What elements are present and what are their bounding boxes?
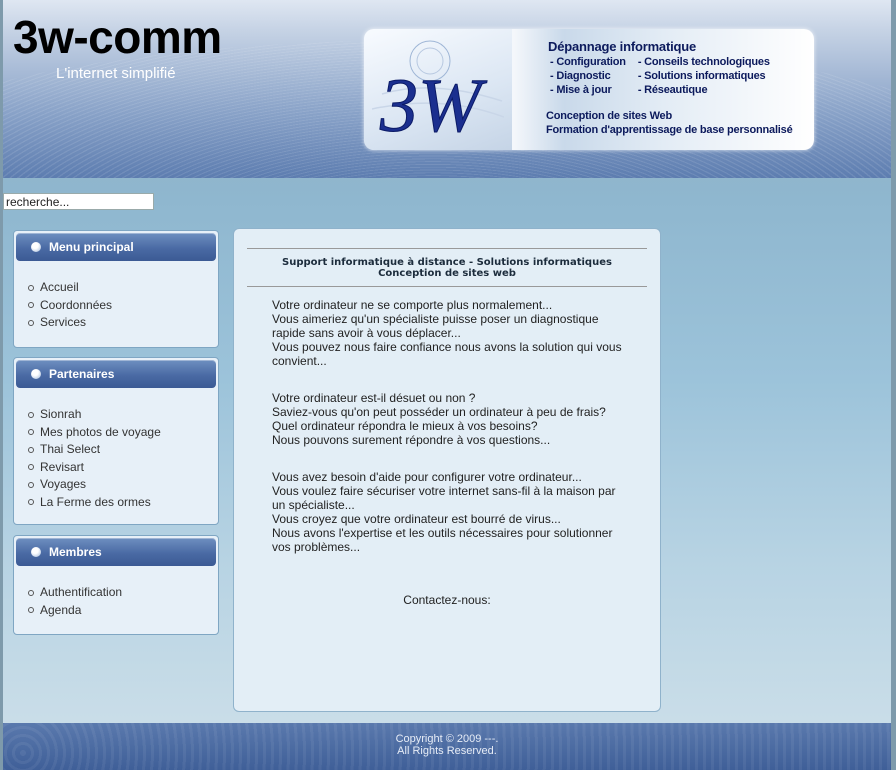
bullet-icon	[31, 369, 41, 379]
content-line: Vous croyez que votre ordinateur est bou…	[272, 512, 561, 526]
partner-link-ferme-des-ormes[interactable]: La Ferme des ormes	[27, 494, 218, 512]
logo-text: 3W	[379, 64, 488, 139]
content-line: Vous voulez faire sécuriser votre intern…	[272, 484, 616, 512]
site-title[interactable]: 3w-comm	[13, 10, 222, 64]
site-footer: Copyright © 2009 ---. All Rights Reserve…	[3, 723, 891, 770]
partner-link-thai-select[interactable]: Thai Select	[27, 441, 218, 459]
module-header: Membres	[16, 538, 216, 566]
banner-line: Formation d'apprentissage de base person…	[546, 124, 793, 136]
module-menu-principal: Menu principal Accueil Coordonnées Servi…	[13, 230, 219, 348]
content-paragraph: Vous avez besoin d'aide pour configurer …	[272, 470, 630, 554]
module-title: Partenaires	[49, 367, 115, 381]
bullet-icon	[31, 547, 41, 557]
module-header: Partenaires	[16, 360, 216, 388]
content-line: Nous pouvons surement répondre à vos que…	[272, 433, 551, 447]
banner-line: Conception de sites Web	[546, 110, 672, 122]
banner-service-columns: - Configuration - Diagnostic - Mise à jo…	[546, 55, 808, 97]
banner-heading: Dépannage informatique	[548, 39, 697, 54]
content-heading: Support informatique à distance - Soluti…	[247, 257, 647, 279]
banner-col-2: - Conseils technologiques - Solutions in…	[638, 55, 770, 97]
module-partenaires: Partenaires Sionrah Mes photos de voyage…	[13, 357, 219, 525]
banner-service: - Conseils technologiques	[637, 56, 770, 68]
site-slogan: L'internet simplifié	[56, 65, 176, 82]
divider	[247, 286, 647, 287]
logo-3w-icon: 3W	[372, 40, 504, 139]
bullet-icon	[31, 242, 41, 252]
banner-service: - Configuration	[550, 56, 626, 68]
main-content: Support informatique à distance - Soluti…	[233, 228, 661, 712]
content-line: Vous avez besoin d'aide pour configurer …	[272, 470, 582, 484]
menu-item-accueil[interactable]: Accueil	[27, 279, 218, 297]
content-line: Vous aimeriez qu'un spécialiste puisse p…	[272, 312, 599, 340]
banner-lines: Conception de sites Web Formation d'appr…	[546, 109, 808, 137]
content-heading-line: Conception de sites web	[378, 268, 516, 279]
banner-service: - Solutions informatiques	[637, 70, 766, 82]
content-heading-line: Support informatique à distance - Soluti…	[282, 257, 612, 268]
copyright-text: Copyright © 2009 ---.	[395, 733, 499, 745]
content-line: Vous pouvez nous faire confiance nous av…	[272, 340, 622, 368]
partner-link-revisart[interactable]: Revisart	[27, 459, 218, 477]
content-line: Quel ordinateur répondra le mieux à vos …	[272, 419, 538, 433]
banner-service: - Mise à jour	[550, 84, 612, 96]
module-title: Membres	[49, 545, 102, 559]
menu-item-services[interactable]: Services	[27, 314, 218, 332]
banner-service: - Diagnostic	[550, 70, 611, 82]
banner-service: - Réseautique	[637, 84, 708, 96]
content-line: Saviez-vous qu'on peut posséder un ordin…	[272, 405, 606, 419]
search-input[interactable]	[3, 193, 154, 210]
members-link-agenda[interactable]: Agenda	[27, 602, 218, 620]
members-list: Authentification Agenda	[14, 584, 218, 619]
members-link-authentification[interactable]: Authentification	[27, 584, 218, 602]
partners-list: Sionrah Mes photos de voyage Thai Select…	[14, 406, 218, 511]
banner-text: Dépannage informatique - Configuration -…	[546, 39, 808, 137]
content-line: Nous avons l'expertise et les outils néc…	[272, 526, 613, 554]
contact-label: Contactez-nous:	[403, 593, 491, 607]
partner-link-sionrah[interactable]: Sionrah	[27, 406, 218, 424]
module-header: Menu principal	[16, 233, 216, 261]
banner-col-1: - Configuration - Diagnostic - Mise à jo…	[550, 55, 626, 97]
page-frame: 3w-comm L'internet simplifié 3W Dépannag…	[3, 0, 891, 770]
header-banner: 3W Dépannage informatique - Configuratio…	[364, 29, 814, 150]
partner-link-voyages[interactable]: Voyages	[27, 476, 218, 494]
content-paragraph: Votre ordinateur ne se comporte plus nor…	[272, 298, 630, 368]
banner-logo-area: 3W	[364, 29, 512, 150]
menu-item-coordonnees[interactable]: Coordonnées	[27, 297, 218, 315]
content-paragraph: Votre ordinateur est-il désuet ou non ? …	[272, 391, 630, 447]
site-header: 3w-comm L'internet simplifié 3W Dépannag…	[3, 0, 891, 178]
module-membres: Membres Authentification Agenda	[13, 535, 219, 635]
content-body: Votre ordinateur ne se comporte plus nor…	[272, 298, 630, 577]
rights-text: All Rights Reserved.	[397, 745, 497, 757]
module-title: Menu principal	[49, 240, 134, 254]
menu-list: Accueil Coordonnées Services	[14, 279, 218, 332]
partner-link-photos-voyage[interactable]: Mes photos de voyage	[27, 424, 218, 442]
content-line: Votre ordinateur est-il désuet ou non ?	[272, 391, 476, 405]
content-line: Votre ordinateur ne se comporte plus nor…	[272, 298, 553, 312]
divider	[247, 248, 647, 249]
